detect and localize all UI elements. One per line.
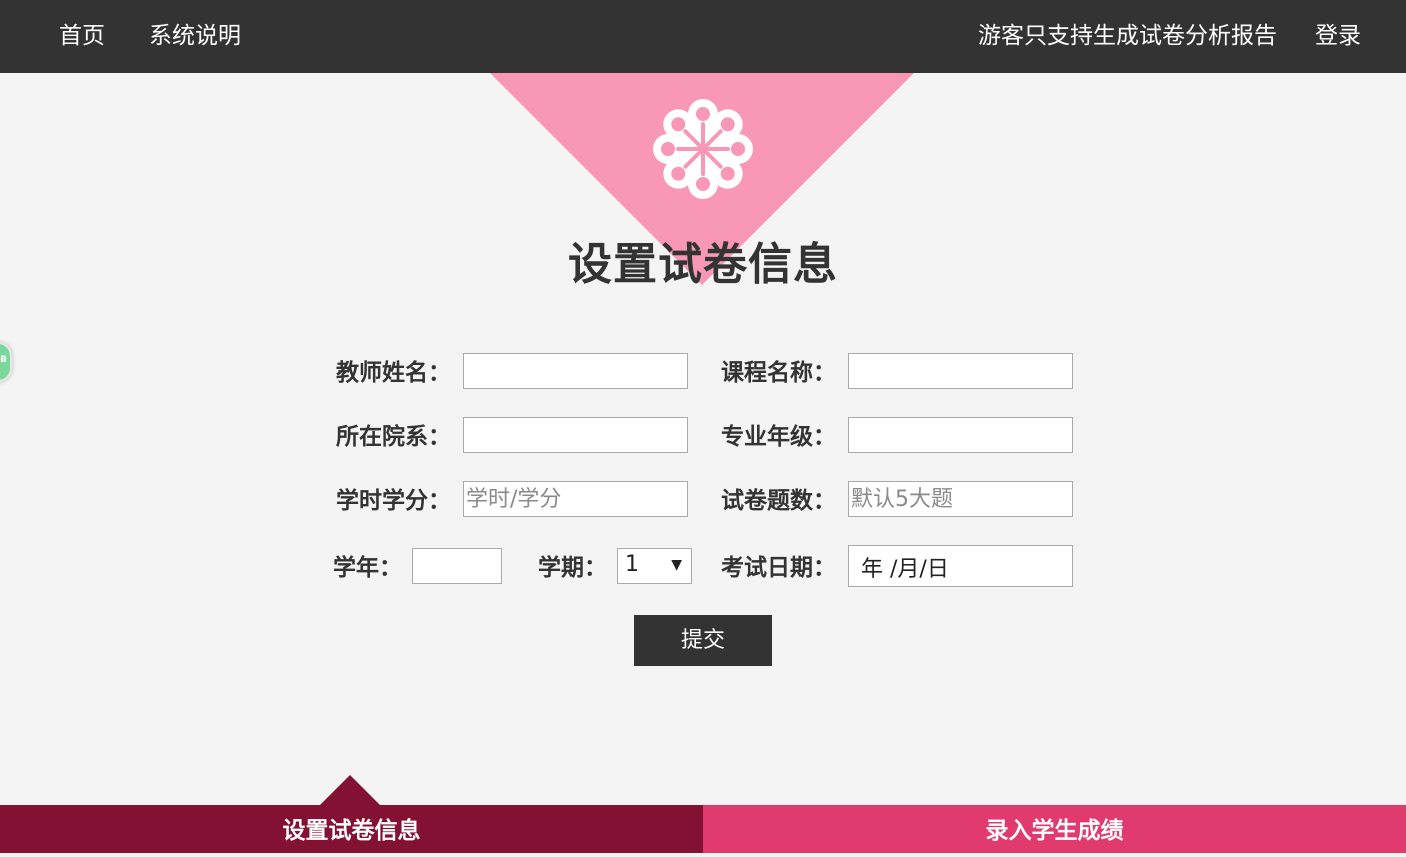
nav-login-link[interactable]: 登录 (1315, 0, 1361, 73)
course-name-label: 课程名称： (721, 360, 836, 386)
question-count-label: 试卷题数： (721, 488, 836, 514)
year-input[interactable] (412, 548, 502, 584)
nav-manual-link[interactable]: 系统说明 (149, 0, 241, 73)
teacher-name-input[interactable] (463, 353, 688, 389)
semester-selected-value: 1 (625, 552, 639, 577)
major-grade-input[interactable] (848, 417, 1073, 453)
department-label: 所在院系： (336, 424, 451, 450)
hours-credits-input[interactable] (463, 481, 688, 517)
page-title: 设置试卷信息 (568, 239, 838, 290)
dropdown-arrow-icon: ▼ (671, 557, 682, 573)
question-count-input[interactable] (848, 481, 1073, 517)
flower-icon (653, 99, 753, 199)
semester-label: 学期： (538, 555, 607, 581)
nav-guest-notice[interactable]: 游客只支持生成试卷分析报告 (978, 0, 1277, 73)
nav-home-link[interactable]: 首页 (59, 0, 105, 73)
year-label: 学年： (333, 555, 402, 581)
exam-date-input[interactable]: 年 /月/日 (848, 545, 1073, 587)
semester-select[interactable]: 1 ▼ (617, 548, 692, 584)
step-tab-setup-exam[interactable]: 设置试卷信息 (0, 805, 703, 853)
exam-date-value: 年 /月/日 (861, 557, 949, 582)
teacher-name-label: 教师姓名： (336, 360, 451, 386)
major-grade-label: 专业年级： (721, 424, 836, 450)
hours-credits-label: 学时学分： (336, 488, 451, 514)
submit-button[interactable]: 提交 (634, 615, 772, 666)
exam-date-label: 考试日期： (721, 555, 836, 581)
step-tab-enter-scores[interactable]: 录入学生成绩 (703, 805, 1406, 853)
course-name-input[interactable] (848, 353, 1073, 389)
top-nav-bar: 首页 系统说明 游客只支持生成试卷分析报告 登录 (0, 0, 1406, 73)
department-input[interactable] (463, 417, 688, 453)
side-float-widget[interactable]: B (0, 342, 12, 382)
active-step-pointer (320, 775, 380, 805)
